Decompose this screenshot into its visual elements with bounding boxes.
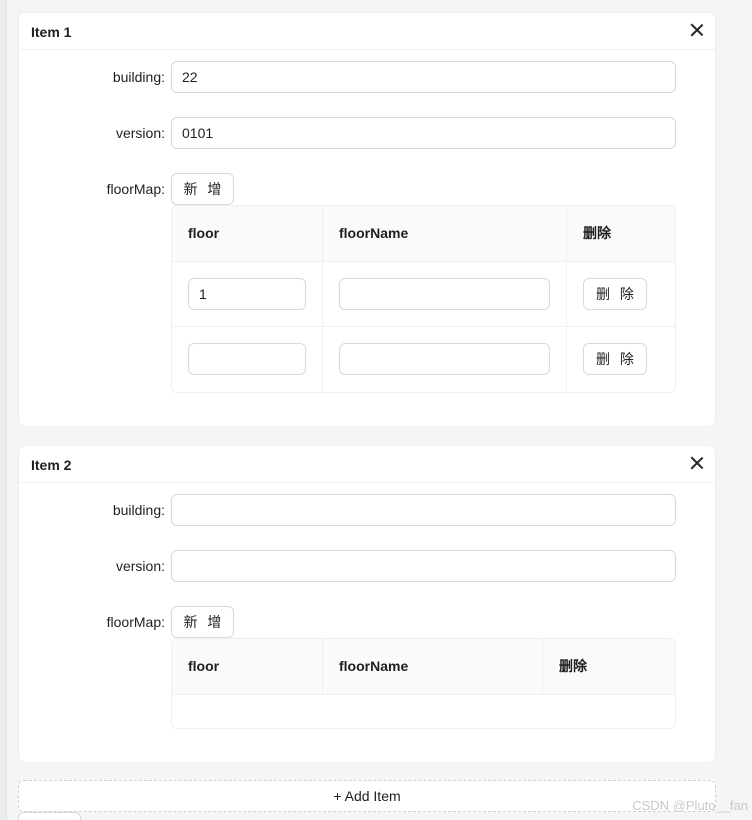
floorname-input[interactable] <box>339 278 550 310</box>
column-divider <box>322 327 323 392</box>
delete-row-button[interactable]: 删 除 <box>583 343 647 375</box>
add-floor-button[interactable]: 新 增 <box>171 606 234 638</box>
add-item-button[interactable]: + Add Item <box>18 780 716 812</box>
left-edge-rule <box>0 0 7 820</box>
floor-input[interactable] <box>188 343 306 375</box>
watermark: CSDN @Pluto__fan <box>632 798 748 813</box>
item-card-header: Item 1 <box>19 13 715 50</box>
floormap-table: floor floorName 删除 1 删 除 删 除 <box>171 205 676 393</box>
item-title: Item 1 <box>31 24 72 40</box>
floormap-label: floorMap: <box>106 181 165 197</box>
column-header-delete: 删除 <box>583 225 611 241</box>
add-floor-button[interactable]: 新 增 <box>171 173 234 205</box>
building-input[interactable]: 22 <box>171 61 676 93</box>
column-divider <box>566 262 567 326</box>
item-card-1: Item 1 building: 22 version: 0101 floorM… <box>18 12 716 427</box>
version-input[interactable]: 0101 <box>171 117 676 149</box>
column-header-floor: floor <box>188 658 220 674</box>
column-header-floor: floor <box>188 225 220 241</box>
column-header-floorname: floorName <box>339 225 409 241</box>
table-row: 1 删 除 <box>172 262 675 327</box>
table-header: floor floorName 删除 <box>172 206 675 262</box>
close-icon[interactable] <box>690 23 703 36</box>
version-input[interactable] <box>171 550 676 582</box>
version-label: version: <box>115 558 165 574</box>
table-header: floor floorName 删除 <box>172 639 675 695</box>
floorname-input[interactable] <box>339 343 550 375</box>
building-input[interactable] <box>171 494 676 526</box>
column-header-floorname: floorName <box>339 658 409 674</box>
item-card-header: Item 2 <box>19 446 715 483</box>
column-divider <box>322 262 323 326</box>
delete-row-button[interactable]: 删 除 <box>583 278 647 310</box>
building-label: building: <box>112 69 165 85</box>
item-title: Item 2 <box>31 457 72 473</box>
table-empty-body <box>172 695 675 728</box>
column-divider <box>566 327 567 392</box>
close-icon[interactable] <box>690 456 703 469</box>
building-label: building: <box>112 502 165 518</box>
item-card-2: Item 2 building: version: floorMap: 新 增 … <box>18 445 716 763</box>
version-label: version: <box>115 125 165 141</box>
column-header-delete: 删除 <box>559 658 587 674</box>
floormap-label: floorMap: <box>106 614 165 630</box>
table-row: 删 除 <box>172 327 675 392</box>
floormap-table: floor floorName 删除 <box>171 638 676 729</box>
floor-input[interactable]: 1 <box>188 278 306 310</box>
submit-button-partial[interactable] <box>18 812 81 820</box>
